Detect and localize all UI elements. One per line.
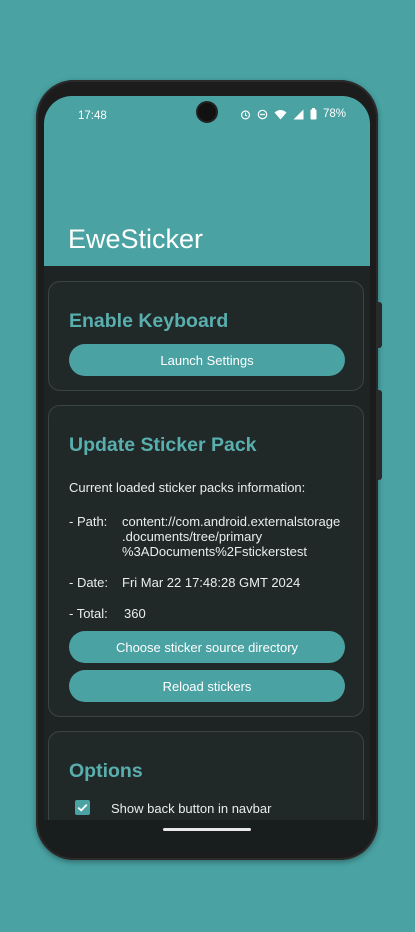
wifi-icon bbox=[274, 109, 287, 120]
app-title: EweSticker bbox=[68, 224, 204, 254]
phone-frame: 17:48 78% EweSticker Enable Keyboard Lau… bbox=[36, 80, 382, 860]
path-line: content://com.android.externalstorage bbox=[122, 514, 341, 529]
screen: 17:48 78% EweSticker Enable Keyboard Lau… bbox=[44, 96, 370, 852]
enable-keyboard-title: Enable Keyboard bbox=[69, 310, 229, 332]
alarm-icon bbox=[240, 109, 251, 120]
camera-cutout bbox=[198, 103, 216, 121]
total-value: 360 bbox=[124, 606, 146, 621]
total-label: - Total: bbox=[69, 606, 108, 621]
choose-directory-button[interactable]: Choose sticker source directory bbox=[69, 631, 345, 663]
navigation-bar bbox=[44, 820, 370, 852]
path-line: .documents/tree/primary bbox=[122, 529, 263, 544]
reload-stickers-button[interactable]: Reload stickers bbox=[69, 670, 345, 702]
status-time: 17:48 bbox=[78, 110, 107, 122]
volume-button bbox=[378, 390, 382, 480]
path-label: - Path: bbox=[69, 514, 108, 529]
do-not-disturb-icon bbox=[257, 109, 268, 120]
app-bar: 17:48 78% EweSticker bbox=[44, 96, 370, 266]
status-icons: 78% bbox=[240, 108, 346, 120]
option-label: Show back button in navbar bbox=[111, 801, 272, 816]
battery-percent: 78% bbox=[322, 108, 346, 120]
date-label: - Date: bbox=[69, 575, 109, 590]
update-sticker-pack-title: Update Sticker Pack bbox=[69, 434, 257, 456]
gesture-handle[interactable] bbox=[163, 828, 251, 831]
info-header: Current loaded sticker packs information… bbox=[69, 480, 306, 495]
update-sticker-pack-card: Update Sticker Pack Current loaded stick… bbox=[48, 405, 364, 717]
options-title: Options bbox=[69, 760, 143, 782]
launch-settings-button[interactable]: Launch Settings bbox=[69, 344, 345, 376]
date-value: Fri Mar 22 17:48:28 GMT 2024 bbox=[122, 575, 301, 590]
battery-icon bbox=[310, 108, 317, 120]
path-line: %3ADocuments%2Fstickerstest bbox=[122, 544, 307, 559]
enable-keyboard-card: Enable Keyboard Launch Settings bbox=[48, 281, 364, 391]
cell-signal-icon bbox=[293, 109, 304, 120]
status-bar: 17:48 78% bbox=[44, 96, 370, 136]
checkbox-checked-icon[interactable] bbox=[75, 800, 90, 815]
power-button bbox=[378, 302, 382, 348]
path-value: content://com.android.externalstorage .d… bbox=[122, 514, 340, 559]
